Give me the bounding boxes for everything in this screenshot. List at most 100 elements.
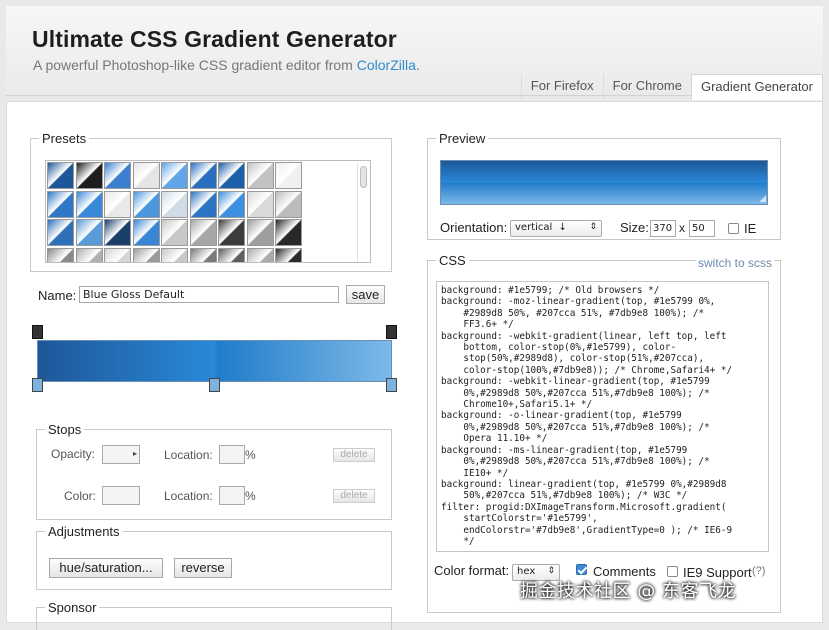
preset-swatch[interactable]	[104, 190, 131, 218]
color-location-input[interactable]	[219, 486, 245, 505]
orientation-value: vertical	[515, 222, 553, 233]
opacity-stepper[interactable]: ▸	[102, 445, 140, 464]
color-percent: %	[245, 489, 256, 503]
main-panel: Presets Name: Blue Gloss Default save St…	[6, 101, 823, 630]
help-icon[interactable]: (?)	[752, 565, 765, 577]
presets-scrollbar[interactable]	[357, 163, 368, 262]
colorzilla-link[interactable]: ColorZilla	[357, 57, 416, 73]
preset-swatch[interactable]	[246, 247, 274, 262]
preset-swatch[interactable]	[218, 162, 245, 189]
preset-swatch[interactable]	[246, 219, 274, 246]
opacity-label: Opacity:	[51, 447, 96, 461]
preset-swatch[interactable]	[104, 247, 131, 262]
nav-for-chrome[interactable]: For Chrome	[602, 74, 691, 100]
preset-swatch[interactable]	[75, 247, 103, 262]
reverse-button[interactable]: reverse	[174, 558, 232, 578]
color-location-label: Location:	[164, 489, 213, 503]
preset-swatch[interactable]	[132, 162, 160, 189]
scroll-thumb[interactable]	[360, 166, 367, 188]
ie-checkbox[interactable]	[728, 223, 739, 234]
gradient-preview: ◢	[440, 160, 768, 205]
page-subtitle: A powerful Photoshop-like CSS gradient e…	[33, 57, 420, 73]
color-swatch-picker[interactable]	[102, 486, 140, 505]
adjustments-legend: Adjustments	[48, 524, 120, 539]
preset-swatch[interactable]	[132, 247, 160, 262]
hue-saturation-button[interactable]: hue/saturation...	[49, 558, 163, 578]
preset-swatch[interactable]	[75, 162, 103, 189]
size-label: Size:	[620, 220, 649, 235]
opacity-stop-right[interactable]	[386, 325, 397, 339]
preview-height-input[interactable]: 50	[689, 220, 715, 237]
preset-swatch[interactable]	[218, 190, 245, 218]
presets-grid	[45, 160, 371, 263]
ie9-support-checkbox[interactable]	[667, 566, 678, 577]
preset-swatch[interactable]	[275, 219, 302, 246]
preset-swatch[interactable]	[275, 162, 302, 189]
top-nav: For Firefox For Chrome Gradient Generato…	[520, 74, 823, 100]
sponsor-panel: Sponsor	[36, 600, 392, 630]
orientation-label: Orientation:	[440, 220, 508, 235]
preset-swatch[interactable]	[47, 190, 74, 218]
preset-swatch[interactable]	[189, 247, 217, 262]
preset-swatch[interactable]	[75, 190, 103, 218]
presets-legend: Presets	[42, 131, 87, 146]
preset-swatch[interactable]	[161, 219, 188, 246]
preset-swatch[interactable]	[275, 247, 302, 262]
gradient-bar[interactable]	[37, 340, 392, 382]
preset-swatch[interactable]	[47, 219, 74, 246]
preset-swatch[interactable]	[189, 219, 217, 246]
preset-swatch[interactable]	[218, 219, 245, 246]
watermark: 掘金技术社区 @ 东客飞龙	[520, 581, 736, 602]
subtitle-period: .	[415, 57, 420, 73]
sponsor-legend: Sponsor	[48, 600, 97, 615]
preset-swatch[interactable]	[161, 190, 188, 218]
nav-for-firefox[interactable]: For Firefox	[520, 74, 603, 100]
preset-swatch[interactable]	[47, 247, 74, 262]
opacity-percent: %	[245, 448, 256, 462]
preview-width-input[interactable]: 370	[650, 220, 676, 237]
color-stop-100[interactable]	[386, 378, 397, 392]
gradient-name-input[interactable]: Blue Gloss Default	[79, 286, 339, 303]
stops-legend: Stops	[48, 422, 82, 437]
down-arrow-icon: ↓	[558, 222, 567, 233]
color-stop-0[interactable]	[32, 378, 43, 392]
preset-swatch[interactable]	[161, 162, 188, 189]
color-stop-50[interactable]	[209, 378, 220, 392]
preset-swatch[interactable]	[104, 162, 131, 189]
comments-checkbox[interactable]	[576, 564, 587, 575]
color-format-label: Color format:	[434, 563, 510, 578]
preset-swatch[interactable]	[75, 219, 103, 246]
preview-panel: Preview ◢ Orientation: vertical ↓ ⇕ Size…	[427, 131, 781, 240]
preset-swatch[interactable]	[275, 190, 302, 218]
stepper-arrow-icon: ▸	[132, 449, 137, 458]
opacity-location-input[interactable]	[219, 445, 245, 464]
css-legend: CSS	[439, 253, 466, 268]
preset-swatch[interactable]	[189, 190, 217, 218]
page-title: Ultimate CSS Gradient Generator	[32, 26, 397, 52]
nav-gradient-generator[interactable]: Gradient Generator	[690, 74, 823, 100]
preset-swatch[interactable]	[161, 247, 188, 262]
preset-swatch[interactable]	[47, 162, 74, 189]
orientation-select[interactable]: vertical ↓ ⇕	[510, 220, 602, 237]
save-button[interactable]: save	[346, 285, 385, 304]
switch-to-scss-link[interactable]: switch to scss	[696, 256, 775, 270]
chevron-updown-icon: ⇕	[589, 222, 597, 232]
preset-swatch[interactable]	[132, 190, 160, 218]
css-code-area[interactable]: background: #1e5799; /* Old browsers */ …	[436, 281, 769, 552]
preset-swatch[interactable]	[246, 190, 274, 218]
resize-grip-icon[interactable]: ◢	[759, 193, 766, 204]
adjustments-panel: Adjustments hue/saturation... reverse	[36, 524, 392, 590]
opacity-location-label: Location:	[164, 448, 213, 462]
preset-swatch[interactable]	[246, 162, 274, 189]
stops-panel: Stops Opacity: ▸ Location: % delete Colo…	[36, 422, 392, 520]
preset-swatch[interactable]	[132, 219, 160, 246]
preset-swatch[interactable]	[189, 162, 217, 189]
chevron-updown-icon: ⇕	[547, 566, 555, 576]
css-code: background: #1e5799; /* Old browsers */ …	[441, 285, 733, 547]
preset-swatch[interactable]	[218, 247, 245, 262]
preset-swatch[interactable]	[104, 219, 131, 246]
opacity-stop-left[interactable]	[32, 325, 43, 339]
preview-legend: Preview	[439, 131, 486, 146]
delete-opacity-stop-button[interactable]: delete	[333, 448, 375, 462]
delete-color-stop-button[interactable]: delete	[333, 489, 375, 503]
